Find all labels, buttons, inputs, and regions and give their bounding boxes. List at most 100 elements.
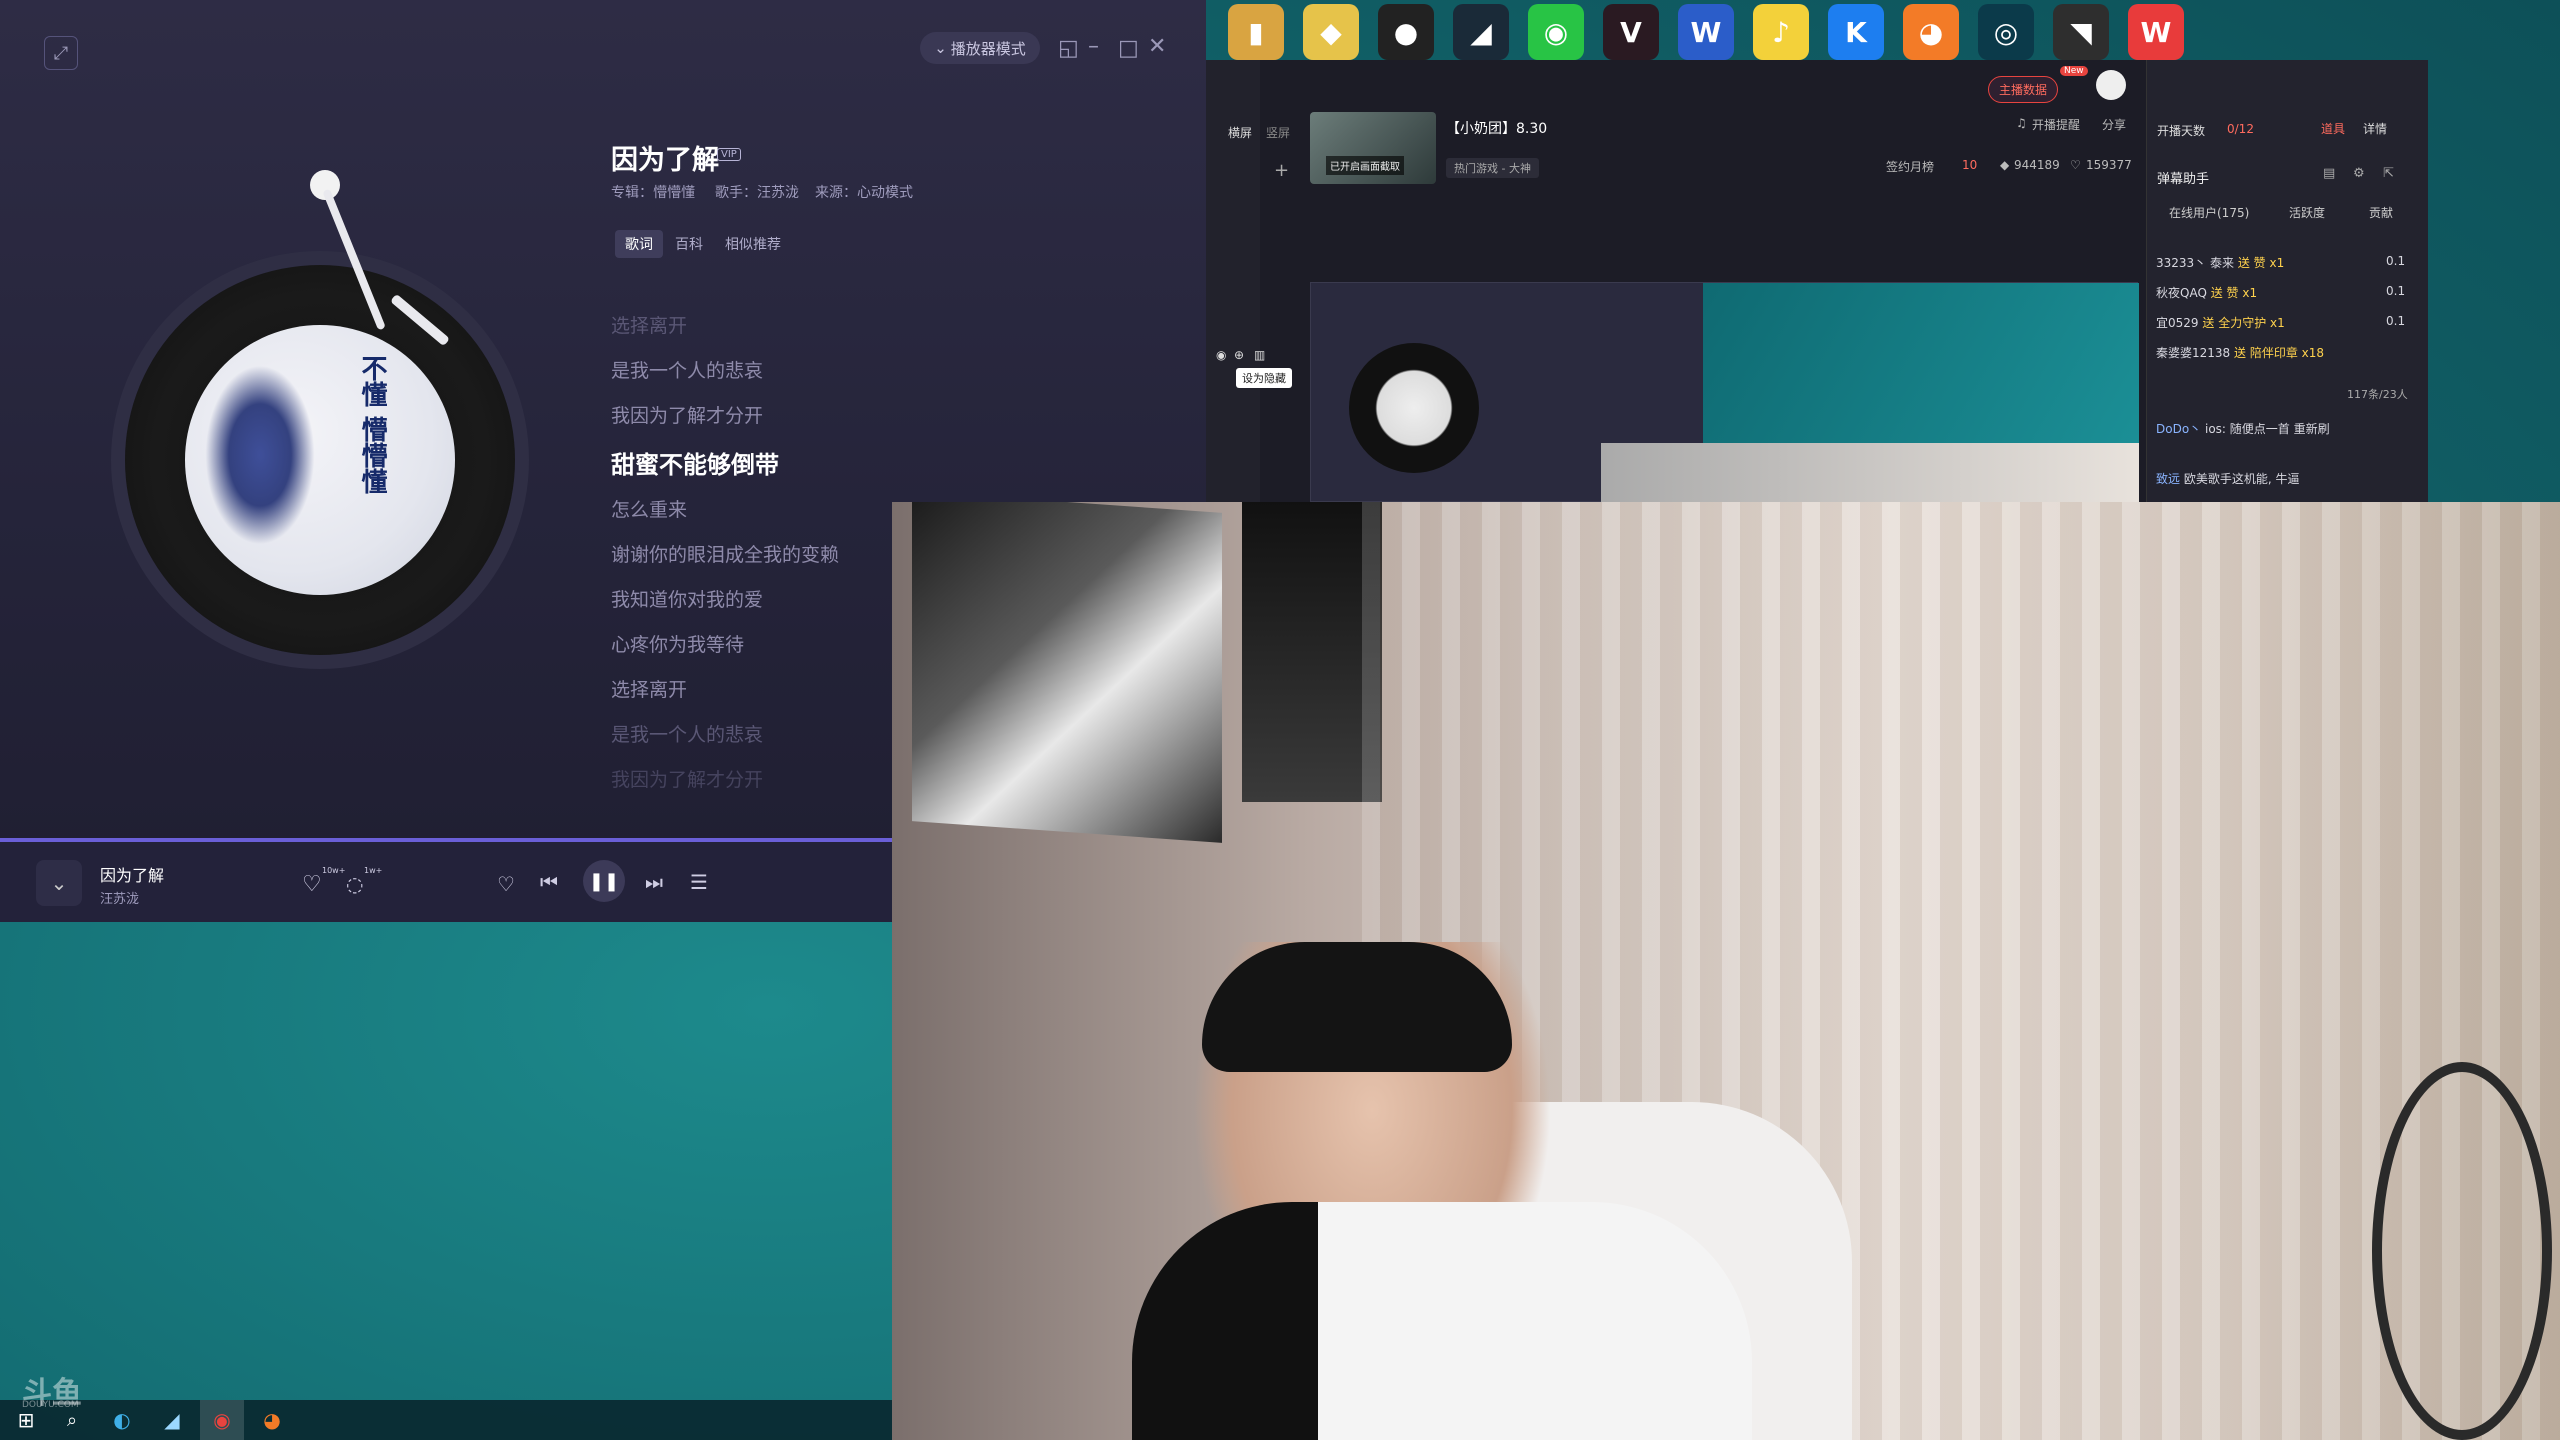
lock-icon[interactable]: ⊕ [1234,348,1244,362]
obs-icon[interactable]: ● [1378,4,1434,60]
comment-icon[interactable]: ◌ [346,872,363,896]
person-shirt [1132,1202,1752,1440]
ring-app-icon[interactable]: ◎ [1978,4,2034,60]
heart-icon: ♡ [2070,158,2081,172]
stream-preview [1310,282,2139,503]
close-icon[interactable]: ✕ [1148,34,1166,59]
now-playing-title: 因为了解 [100,866,165,885]
fire-count: 944189 [2014,158,2060,172]
room-title: 【小奶团】8.30 [1446,121,1548,137]
eye-icon[interactable]: ◉ [1216,348,1226,362]
word-icon[interactable]: W [1678,4,1734,60]
avatar[interactable] [2096,70,2126,100]
hide-tooltip: 设为隐藏 [1236,368,1292,388]
tab-landscape[interactable]: 横屏 [1228,124,1252,141]
collapse-icon[interactable]: ⌄ [36,860,82,906]
song-title: 因为了解 [611,145,719,176]
streamer-data-button[interactable]: 主播数据 [1988,76,2059,103]
details-link[interactable]: 详情 [2363,120,2387,137]
lyric-line: 谢谢你的眼泪成全我的变赖 [611,544,840,566]
tab-contribution[interactable]: 贡献 [2369,204,2393,221]
person-hair [1202,942,1512,1072]
lyric-line: 我因为了解才分开 [611,405,764,427]
wechat-icon[interactable]: ◉ [1528,4,1584,60]
like-count: 10w+ [322,866,346,875]
netease-music-icon[interactable]: ◉ [200,1400,244,1440]
album-cover: 不懂 懵懵懂 [185,325,455,595]
douyu-icon[interactable]: ◕ [258,1406,286,1434]
thumbnail-label: 已开启画面截取 [1326,156,1404,175]
lyric-line: 怎么重来 [611,499,688,521]
copy-icon[interactable]: ▤ [2323,166,2335,181]
share-button[interactable]: 分享 [2102,116,2126,133]
lyric-line: 是我一个人的悲哀 [611,360,764,382]
chevron-down-icon: ⌄ [934,39,947,57]
now-playing-artist[interactable]: 汪苏泷 [100,888,139,907]
music-icon[interactable]: ♪ [1753,4,1809,60]
online-count: 117条/23人 [2347,388,2408,401]
heart-count: 159377 [2086,158,2132,172]
lyric-line: 心疼你为我等待 [611,634,745,656]
stream-remind-button[interactable]: 开播提醒 [2032,116,2080,133]
fire-icon: ◆ [2000,158,2010,172]
wall-art-right [1242,502,1382,802]
like-icon[interactable]: ♡ [302,872,322,897]
source-label: 来源：心动模式 [815,185,913,201]
gift-row: 秋夜QAQ 送 赞 x1 0.1 [2156,284,2406,300]
chat-assistant-title: 弹幕助手 [2157,172,2210,187]
trash-icon[interactable]: ▥ [1254,348,1265,362]
edge-icon[interactable]: ◐ [108,1406,136,1434]
tab-portrait[interactable]: 竖屏 [1266,124,1290,141]
maximize-icon[interactable]: □ [1118,36,1139,61]
lyric-line: 我知道你对我的爱 [611,589,764,611]
windows-taskbar: ⊞ ⌕ ◐ ◢ ◉ ◕ [0,1400,892,1440]
tab-online-users[interactable]: 在线用户(175) [2169,204,2249,221]
previous-icon[interactable]: ⏮ [540,870,558,894]
webcam-feed [892,502,2560,1440]
file-manager-icon[interactable]: ▮ [1228,4,1284,60]
props-button[interactable]: 道具 [2321,120,2345,137]
tab-lyrics[interactable]: 歌词 [615,230,663,258]
settings-icon[interactable]: ⚙ [2353,166,2365,181]
heart-mode-icon[interactable]: ♡ [497,872,515,896]
room-category[interactable]: 热门游戏 - 大神 [1446,158,1539,178]
fullscreen-icon[interactable]: ⤢ [44,36,78,70]
tab-wiki[interactable]: 百科 [665,230,713,258]
lyric-current-line: 甜蜜不能够倒带 [611,451,779,479]
new-badge: New [2060,66,2088,76]
tab-activity[interactable]: 活跃度 [2289,204,2325,221]
player-control-bar: ⌄ 因为了解 汪苏泷 ♡ 10w+ ◌ 1w+ ♡ ⏮ ❚❚ ⏭ ☰ [0,842,892,922]
stream-tool-icon[interactable]: ◢ [158,1406,186,1434]
valorant-icon[interactable]: V [1603,4,1659,60]
player-mode-label: 播放器模式 [950,39,1026,58]
tab-similar[interactable]: 相似推荐 [715,230,791,258]
player-mode-button[interactable]: ⌄ 播放器模式 [920,32,1040,64]
comment-count: 1w+ [364,866,383,875]
kugou-icon[interactable]: K [1828,4,1884,60]
next-icon[interactable]: ⏭ [645,870,663,894]
playlist-icon[interactable]: ☰ [690,870,708,894]
minimize-icon[interactable]: – [1088,34,1099,59]
wps-icon[interactable]: W [2128,4,2184,60]
pause-button[interactable]: ❚❚ [583,860,625,902]
vip-badge: VIP [717,148,741,161]
game-icon[interactable]: ◆ [1303,4,1359,60]
douyu-icon[interactable]: ◕ [1903,4,1959,60]
exercise-bike [2372,1062,2552,1440]
nvidia-icon[interactable]: ◥ [2053,4,2109,60]
stream-tool-icon[interactable]: ◢ [1453,4,1509,60]
mini-window-icon[interactable]: ◱ [1058,36,1079,61]
vinyl-record: 不懂 懵懵懂 [125,265,515,655]
lyric-line: 我因为了解才分开 [611,769,764,791]
lyric-line: 是我一个人的悲哀 [611,724,764,746]
stream-days-label: 开播天数 [2157,124,2206,138]
chat-message: DoDo丶 ios: 随便点一首 重新刷 [2156,422,2330,436]
album-link[interactable]: 专辑：懵懵懂 [611,182,695,202]
add-icon[interactable]: + [1274,160,1289,181]
stream-thumbnail[interactable]: 已开启画面截取 [1310,112,1436,184]
artist-link[interactable]: 歌手：汪苏泷 [715,182,799,202]
sign-month-label: 签约月榜 [1886,160,1935,174]
chat-message: 致远 欧美歌手这机能, 牛逼 [2156,472,2300,486]
lyric-line: 选择离开 [611,315,688,337]
popout-icon[interactable]: ⇱ [2383,166,2394,181]
